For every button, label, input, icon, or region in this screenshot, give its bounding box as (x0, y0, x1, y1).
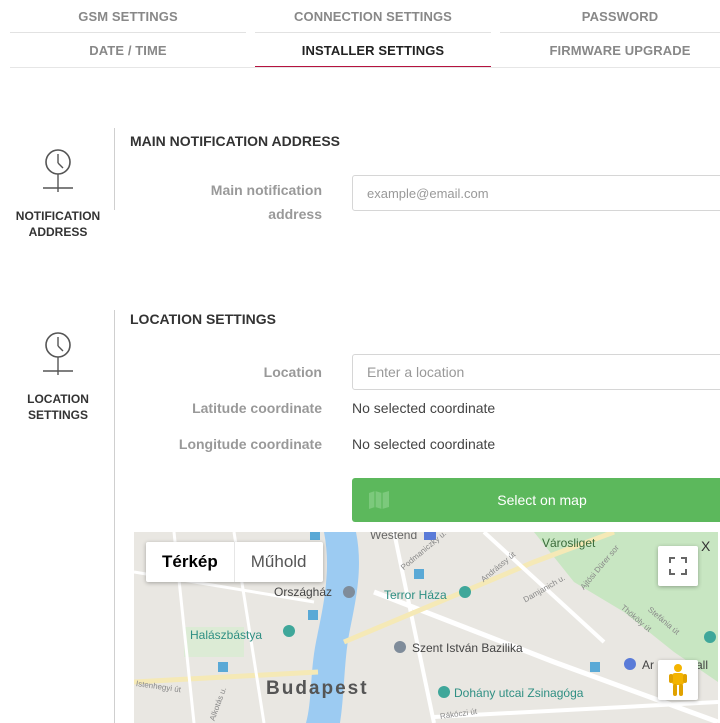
tabs-divider (10, 67, 720, 68)
map-label-varosliget: Városliget (542, 536, 596, 550)
map-view[interactable]: Westend Városliget Országház Terror Háza… (134, 532, 718, 723)
location-caption: LOCATION SETTINGS (27, 392, 89, 422)
map-label-budapest: Budapest (266, 678, 369, 699)
settings-tabs: GSM SETTINGS CONNECTION SETTINGS PASSWOR… (0, 0, 720, 70)
fullscreen-button[interactable] (658, 546, 698, 586)
location-input[interactable] (352, 354, 720, 390)
tab-gsm-settings[interactable]: GSM SETTINGS (10, 0, 246, 32)
location-section-title: LOCATION SETTINGS (130, 311, 276, 327)
select-on-map-label: Select on map (497, 492, 587, 508)
section-divider (114, 128, 115, 210)
tab-firmware-upgrade[interactable]: FIRMWARE UPGRADE (500, 33, 720, 67)
map-label-dohany: Dohány utcai Zsinagóga (454, 686, 584, 700)
map-type-satellite-button[interactable]: Műhold (233, 542, 323, 582)
map-label-westend: Westend (370, 532, 418, 542)
clock-pin-icon (43, 149, 73, 192)
pegman-icon (669, 664, 687, 696)
notification-address-input[interactable] (352, 175, 720, 211)
section-divider (114, 310, 115, 723)
map-type-map-button[interactable]: Térkép (146, 542, 234, 582)
longitude-value: No selected coordinate (352, 436, 496, 452)
fullscreen-icon (669, 557, 687, 575)
map-label-orszaghaz: Országház (274, 585, 333, 599)
tab-installer-settings[interactable]: INSTALLER SETTINGS (255, 33, 491, 68)
notification-address-label: Main notification address (210, 182, 322, 222)
tab-date-time[interactable]: DATE / TIME (10, 33, 246, 67)
notification-section-title: MAIN NOTIFICATION ADDRESS (130, 133, 340, 149)
latitude-label: Latitude coordinate (192, 400, 322, 416)
location-section-header: LOCATION SETTINGS (3, 331, 113, 423)
map-label-halaszbastya: Halászbástya (190, 628, 263, 642)
map-close-button[interactable]: X (701, 538, 710, 554)
latitude-value: No selected coordinate (352, 400, 496, 416)
map-label-ar: Ar (642, 658, 654, 672)
map-type-control: Térkép Műhold (146, 542, 323, 582)
longitude-label: Longitude coordinate (178, 436, 322, 452)
tab-password[interactable]: PASSWORD (500, 0, 720, 32)
select-on-map-button[interactable]: Select on map (352, 478, 720, 522)
tab-connection-settings[interactable]: CONNECTION SETTINGS (255, 0, 491, 32)
map-label-terror-haza: Terror Háza (384, 588, 447, 602)
clock-pin-icon (43, 332, 73, 375)
street-view-button[interactable] (658, 660, 698, 700)
notification-caption: NOTIFICATION ADDRESS (15, 209, 101, 239)
notification-section-header: NOTIFICATION ADDRESS (3, 148, 113, 240)
location-label: Location (263, 364, 322, 380)
map-label-szent-istvan: Szent István Bazilika (412, 641, 523, 655)
